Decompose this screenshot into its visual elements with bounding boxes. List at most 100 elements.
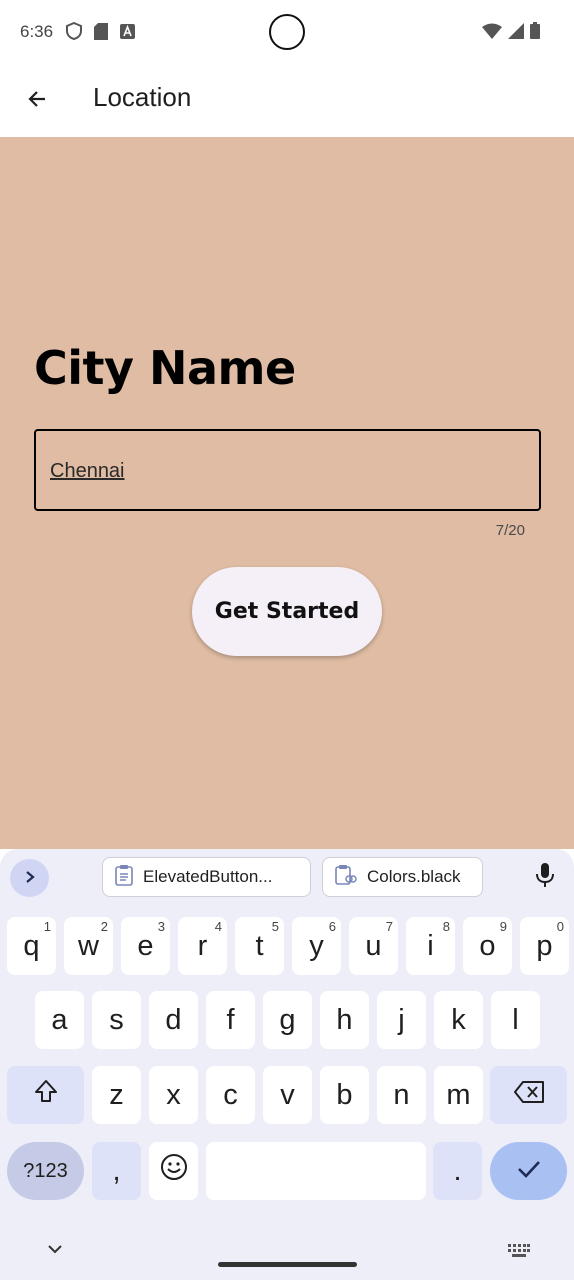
status-time: 6:36 <box>20 22 54 41</box>
key-u[interactable]: u7 <box>349 917 398 975</box>
key-hint: 6 <box>328 919 336 934</box>
checkmark-icon <box>516 1155 542 1188</box>
key-f[interactable]: f <box>206 991 255 1049</box>
clipboard-suggestion-1[interactable]: ElevatedButton... <box>102 857 311 897</box>
expand-toolbar-button[interactable] <box>10 859 49 897</box>
key-p[interactable]: p0 <box>520 917 569 975</box>
key-y[interactable]: y6 <box>292 917 341 975</box>
keyboard-nav-bar <box>0 1229 574 1280</box>
key-label: h <box>336 1003 353 1036</box>
wifi-icon <box>482 23 502 43</box>
key-a[interactable]: a <box>35 991 84 1049</box>
switch-keyboard-button[interactable] <box>508 1243 530 1257</box>
symbols-key[interactable]: ?123 <box>7 1142 84 1200</box>
shift-key[interactable] <box>7 1066 84 1124</box>
key-g[interactable]: g <box>263 991 312 1049</box>
key-label: l <box>512 1003 519 1036</box>
shift-icon <box>33 1078 59 1112</box>
key-s[interactable]: s <box>92 991 141 1049</box>
key-t[interactable]: t5 <box>235 917 284 975</box>
key-label: a <box>51 1003 68 1036</box>
key-hint: 7 <box>385 919 393 934</box>
emoji-icon <box>160 1153 188 1189</box>
key-w[interactable]: w2 <box>64 917 113 975</box>
key-label: q <box>23 929 40 962</box>
chevron-down-icon <box>45 1244 65 1263</box>
key-m[interactable]: m <box>434 1066 483 1124</box>
key-j[interactable]: j <box>377 991 426 1049</box>
clipboard-link-icon <box>335 864 357 891</box>
comma-key[interactable]: , <box>92 1142 141 1200</box>
voice-input-button[interactable] <box>530 862 560 892</box>
shield-icon <box>66 21 82 44</box>
key-b[interactable]: b <box>320 1066 369 1124</box>
key-label: y <box>309 929 324 962</box>
key-label: f <box>226 1003 235 1036</box>
key-h[interactable]: h <box>320 991 369 1049</box>
clipboard-suggestion-label: Colors.black <box>367 867 461 886</box>
home-indicator[interactable] <box>218 1262 357 1267</box>
key-k[interactable]: k <box>434 991 483 1049</box>
key-label: t <box>255 929 264 962</box>
period-key[interactable]: . <box>433 1142 482 1200</box>
key-label: o <box>479 929 496 962</box>
status-bar: 6:36 <box>0 0 574 66</box>
enter-key[interactable] <box>490 1142 567 1200</box>
key-label: , <box>112 1154 121 1187</box>
backspace-icon <box>513 1079 545 1112</box>
get-started-button[interactable]: Get Started <box>192 567 382 656</box>
clipboard-icon <box>115 864 133 891</box>
space-key[interactable] <box>206 1142 426 1200</box>
key-c[interactable]: c <box>206 1066 255 1124</box>
font-icon <box>120 23 135 43</box>
signal-icon <box>508 22 524 43</box>
backspace-key[interactable] <box>490 1066 567 1124</box>
key-hint: 9 <box>499 919 507 934</box>
clipboard-suggestion-label: ElevatedButton... <box>143 867 273 886</box>
key-label: i <box>427 929 434 962</box>
key-label: j <box>398 1003 405 1036</box>
key-label: b <box>336 1078 353 1111</box>
sd-card-icon <box>94 22 108 44</box>
arrow-back-icon <box>25 87 49 115</box>
key-hint: 3 <box>157 919 165 934</box>
city-name-heading: City Name <box>34 341 296 395</box>
key-v[interactable]: v <box>263 1066 312 1124</box>
city-name-input[interactable]: Chennai <box>34 429 541 511</box>
back-button[interactable] <box>20 84 54 118</box>
battery-icon <box>530 22 540 43</box>
key-n[interactable]: n <box>377 1066 426 1124</box>
key-label: ?123 <box>23 1159 68 1182</box>
status-icons-left <box>66 21 135 44</box>
soft-keyboard: ElevatedButton... Colors.black q1w2e3r4t… <box>0 849 574 1280</box>
key-i[interactable]: i8 <box>406 917 455 975</box>
key-label: w <box>78 929 99 962</box>
key-label: s <box>109 1003 124 1036</box>
hide-keyboard-button[interactable] <box>45 1239 65 1259</box>
key-label: x <box>166 1078 181 1111</box>
key-label: e <box>137 929 154 962</box>
page-title: Location <box>93 82 192 112</box>
microphone-icon <box>535 862 555 892</box>
key-o[interactable]: o9 <box>463 917 512 975</box>
keyboard-toolbar: ElevatedButton... Colors.black <box>0 849 574 907</box>
key-e[interactable]: e3 <box>121 917 170 975</box>
key-l[interactable]: l <box>491 991 540 1049</box>
key-label: p <box>536 929 553 962</box>
character-counter: 7/20 <box>495 522 525 539</box>
key-x[interactable]: x <box>149 1066 198 1124</box>
key-q[interactable]: q1 <box>7 917 56 975</box>
city-name-value: Chennai <box>50 460 125 482</box>
key-hint: 8 <box>442 919 450 934</box>
chevron-right-icon <box>23 869 37 888</box>
key-z[interactable]: z <box>92 1066 141 1124</box>
key-label: z <box>109 1078 124 1111</box>
key-d[interactable]: d <box>149 991 198 1049</box>
key-r[interactable]: r4 <box>178 917 227 975</box>
emoji-key[interactable] <box>149 1142 198 1200</box>
key-label: k <box>451 1003 466 1036</box>
clipboard-suggestion-2[interactable]: Colors.black <box>322 857 483 897</box>
main-content: City Name Chennai 7/20 Get Started <box>0 137 574 849</box>
key-label: . <box>453 1154 462 1187</box>
key-hint: 0 <box>556 919 564 934</box>
